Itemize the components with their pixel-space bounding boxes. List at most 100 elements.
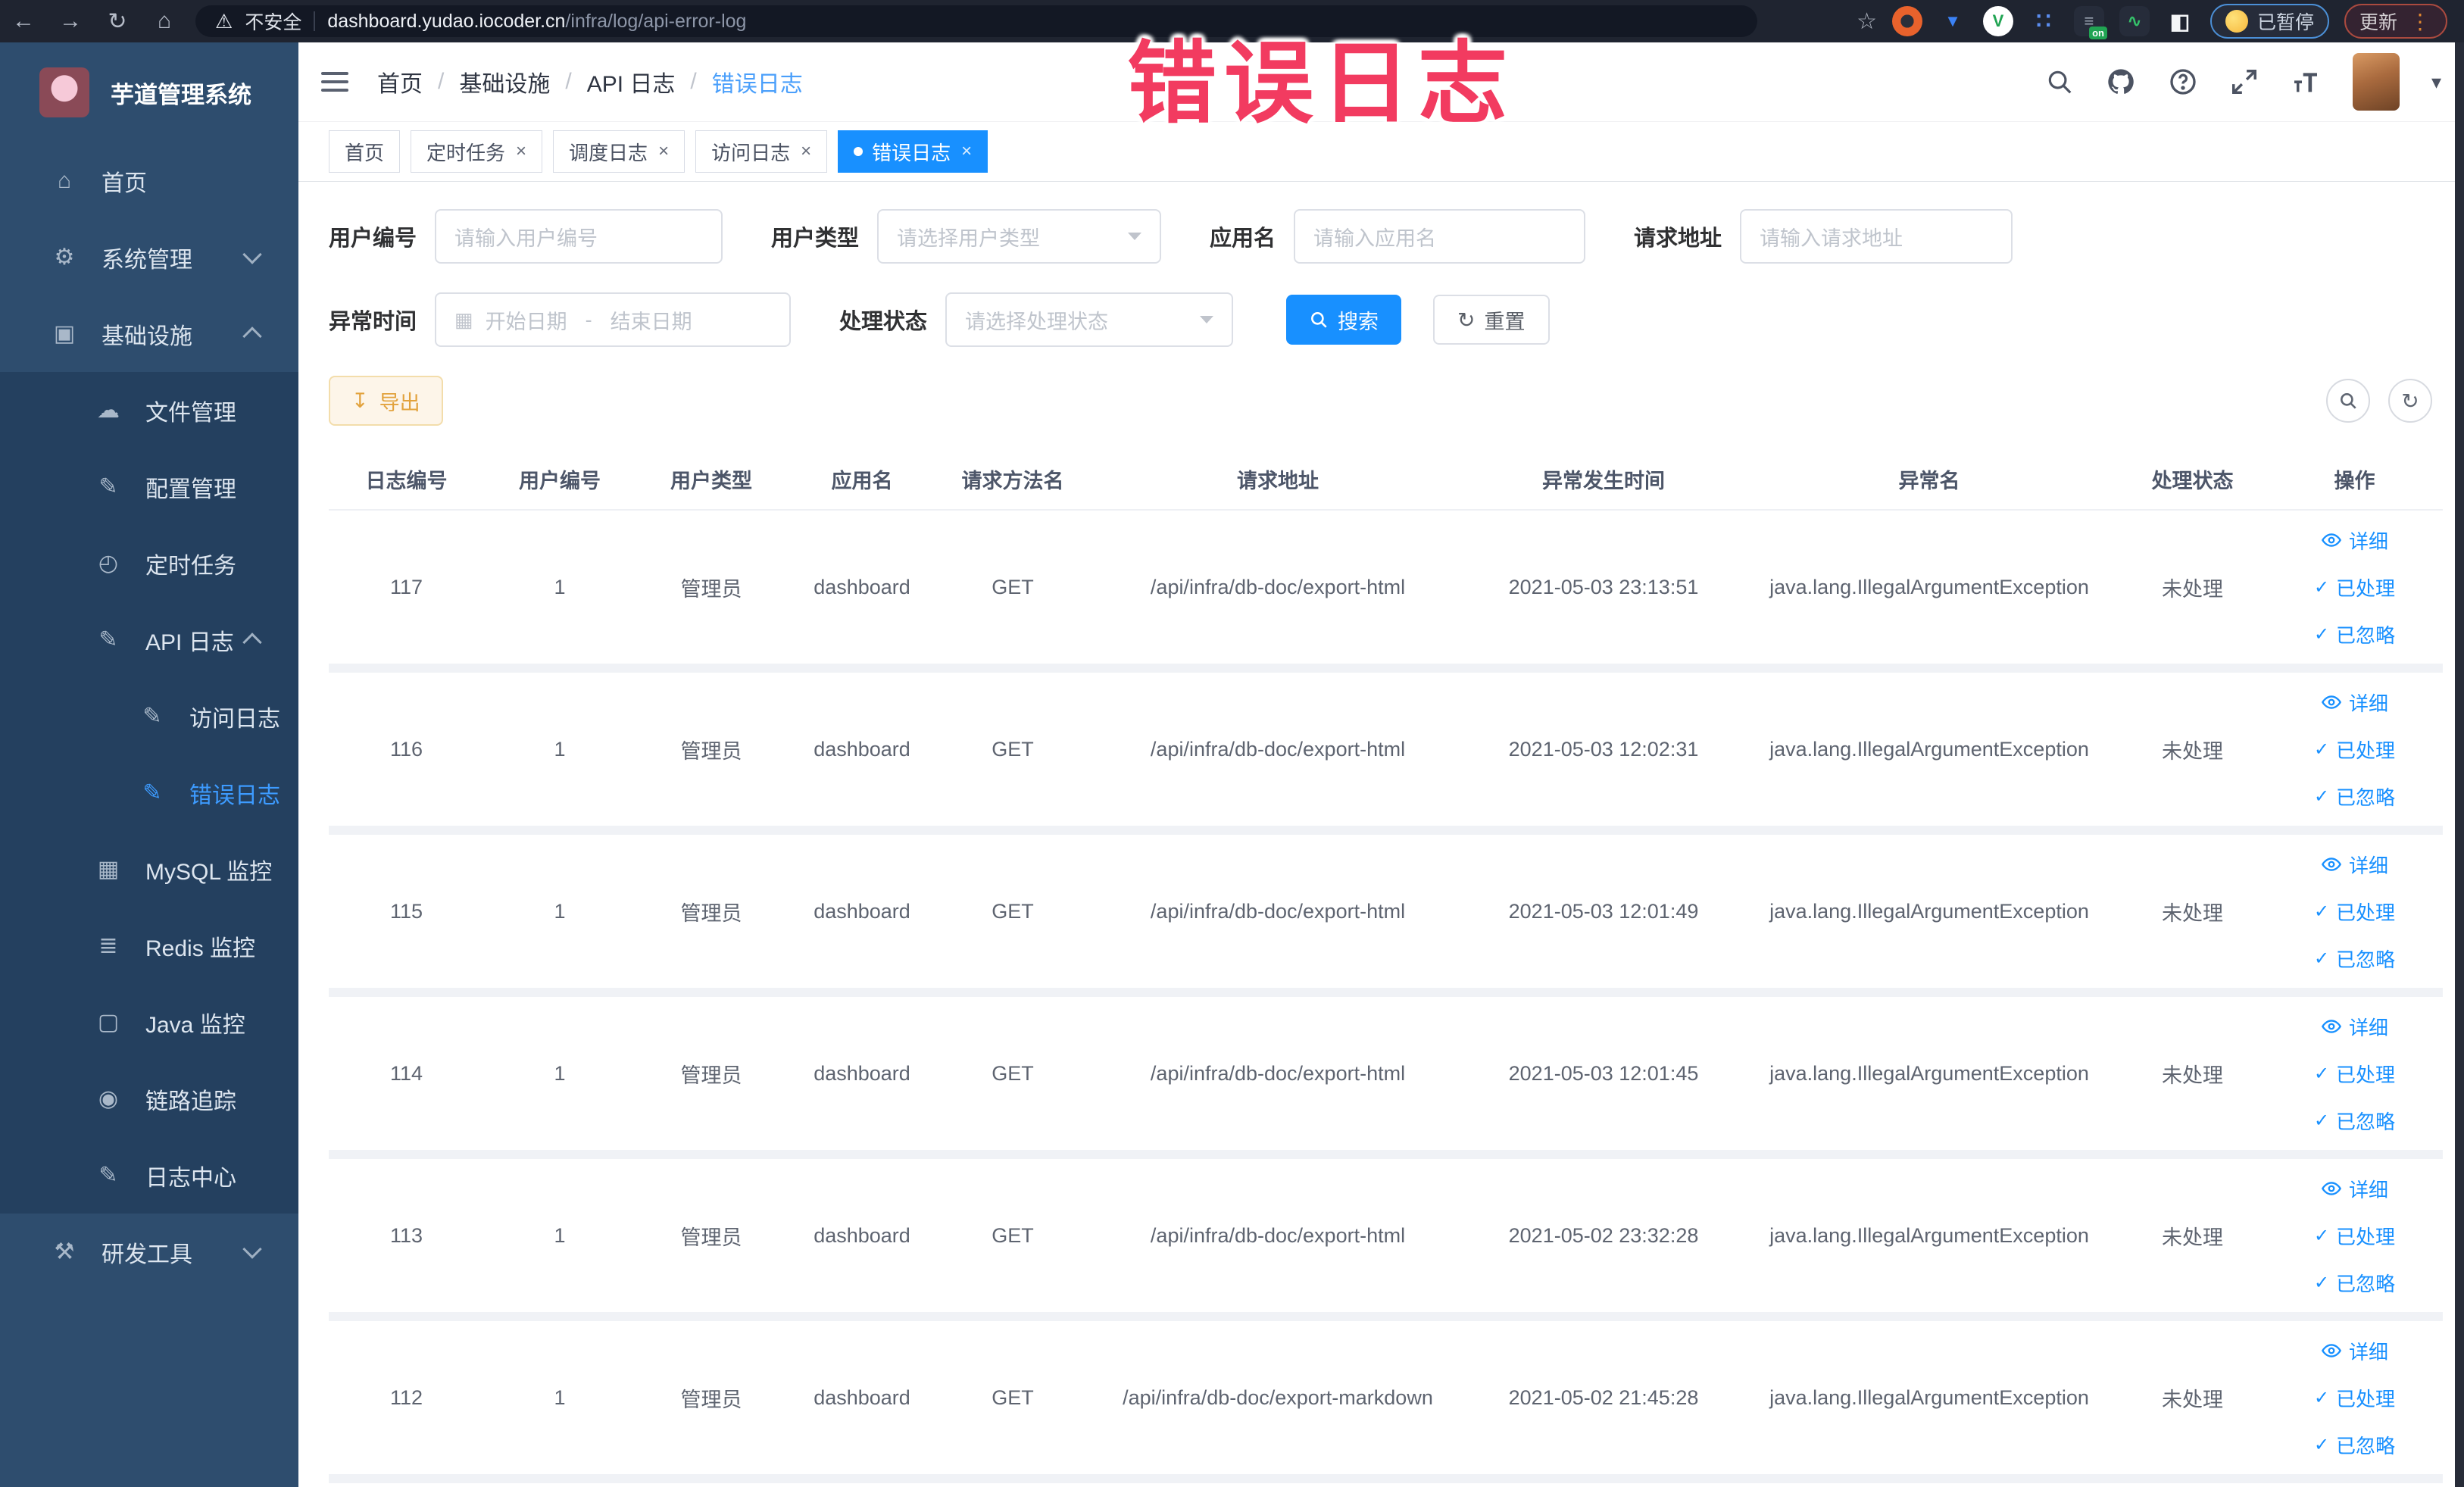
sidebar-item-首页[interactable]: ⌂ 首页	[0, 142, 298, 219]
extensions-puzzle-icon[interactable]: ◧	[2165, 6, 2195, 36]
action-label: 已处理	[2336, 1225, 2396, 1248]
cell-url: /api/infra/db-doc/export-html	[1150, 737, 1406, 761]
help-icon[interactable]	[2168, 67, 2198, 97]
close-icon[interactable]: ×	[658, 141, 669, 162]
refresh-table-button[interactable]: ↻	[2388, 379, 2432, 423]
table-row: 114 1 管理员 dashboard GET/api/infra/db-doc/exp…	[329, 997, 2443, 1150]
breadcrumb-item[interactable]: 首页	[377, 65, 423, 98]
action-detail[interactable]: 详细	[2321, 518, 2388, 562]
extension-on-badge-icon[interactable]: ≡ on	[2073, 6, 2107, 39]
action-detail[interactable]: 详细	[2321, 842, 2388, 886]
table-row: 113 1 管理员 dashboard GET/api/infra/db-doc/exp…	[329, 1159, 2443, 1312]
sidebar-item-基础设施[interactable]: ▣ 基础设施	[0, 295, 298, 372]
column-header-用户类型: 用户类型	[636, 448, 787, 511]
close-icon[interactable]: ×	[961, 141, 972, 162]
sidebar-item-访问日志[interactable]: ✎ 访问日志	[0, 678, 298, 754]
sidebar-item-定时任务[interactable]: ◴ 定时任务	[0, 525, 298, 601]
logo-row[interactable]: 芋道管理系统	[0, 42, 298, 142]
chevron-up-icon	[242, 632, 262, 652]
github-icon[interactable]	[2106, 67, 2136, 97]
close-icon[interactable]: ×	[801, 141, 811, 162]
not-secure-warning-icon: ⚠	[215, 9, 233, 33]
date-range-picker[interactable]: ▦ 开始日期 - 结束日期	[435, 292, 792, 347]
window-scrollbar[interactable]	[2455, 42, 2464, 1487]
extension-green-v-icon[interactable]: V	[1982, 6, 2013, 36]
sidebar-item-研发工具[interactable]: ⚒ 研发工具	[0, 1214, 298, 1290]
extension-grid-icon[interactable]: ∷	[2028, 6, 2059, 36]
breadcrumb-item[interactable]: 基础设施	[459, 65, 550, 98]
hamburger-icon[interactable]	[321, 72, 348, 92]
action-label: 已忽略	[2336, 623, 2396, 647]
sidebar-item-MySQL 监控[interactable]: ▦ MySQL 监控	[0, 831, 298, 908]
sidebar-item-API 日志[interactable]: ✎ API 日志	[0, 601, 298, 678]
extension-sprout-icon[interactable]: ∿	[2119, 6, 2150, 36]
log-icon: ✎	[142, 704, 162, 729]
user-id-input[interactable]: 请输入用户编号	[435, 209, 723, 264]
action-processed[interactable]: ✓ 已处理	[2314, 1214, 2395, 1257]
tab-首页[interactable]: 首页	[329, 130, 401, 173]
action-ignored[interactable]: ✓ 已忽略	[2314, 774, 2395, 818]
back-icon[interactable]: ←	[0, 8, 47, 34]
action-processed[interactable]: ✓ 已处理	[2314, 1051, 2395, 1095]
home-icon[interactable]: ⌂	[141, 8, 188, 34]
search-icon	[2341, 393, 2356, 409]
font-size-icon[interactable]	[2291, 67, 2321, 97]
action-detail[interactable]: 详细	[2321, 1329, 2388, 1373]
sidebar-item-配置管理[interactable]: ✎ 配置管理	[0, 448, 298, 525]
tab-访问日志[interactable]: 访问日志 ×	[695, 130, 828, 173]
request-url-input[interactable]: 请输入请求地址	[1740, 209, 2013, 264]
sidebar-item-Redis 监控[interactable]: ≣ Redis 监控	[0, 908, 298, 984]
calendar-icon: ▦	[454, 308, 473, 331]
user-avatar[interactable]	[2352, 53, 2400, 111]
reload-icon[interactable]: ↻	[94, 8, 141, 35]
action-ignored[interactable]: ✓ 已忽略	[2314, 1098, 2395, 1142]
paused-profile-chip[interactable]: 已暂停	[2209, 4, 2329, 39]
check-icon: ✓	[2313, 1434, 2330, 1455]
error-log-table: 日志编号 用户编号 用户类型 应用名 请求方法名 请求地址 异常发生时间 异常名 处理状态 操作 …	[329, 448, 2443, 1483]
action-ignored[interactable]: ✓ 已忽略	[2314, 1261, 2395, 1304]
close-icon[interactable]: ×	[516, 141, 526, 162]
tab-调度日志[interactable]: 调度日志 ×	[553, 130, 685, 173]
app-name-label: 应用名	[1210, 226, 1276, 251]
extension-orange-icon[interactable]	[1891, 6, 1922, 36]
sidebar-item-链路追踪[interactable]: ◉ 链路追踪	[0, 1061, 298, 1137]
row-separator	[329, 826, 2443, 835]
kebab-menu-icon[interactable]: ⋮	[2409, 9, 2432, 34]
action-label: 已忽略	[2336, 948, 2396, 971]
app-name-input[interactable]: 请输入应用名	[1294, 209, 1586, 264]
action-detail[interactable]: 详细	[2321, 1167, 2388, 1211]
breadcrumb-item[interactable]: API 日志	[587, 65, 676, 98]
bookmark-star-icon[interactable]: ☆	[1857, 8, 1877, 35]
sidebar-item-系统管理[interactable]: ⚙ 系统管理	[0, 219, 298, 295]
fullscreen-icon[interactable]	[2230, 67, 2259, 96]
action-ignored[interactable]: ✓ 已忽略	[2314, 936, 2395, 980]
forward-icon[interactable]: →	[47, 8, 94, 34]
action-detail[interactable]: 详细	[2321, 1004, 2388, 1048]
search-button[interactable]: 搜索	[1286, 295, 1402, 345]
address-bar[interactable]: ⚠ 不安全 dashboard.yudao.iocoder.cn/infra/l…	[195, 5, 1757, 37]
action-processed[interactable]: ✓ 已处理	[2314, 889, 2395, 933]
chevron-down-icon[interactable]: ▾	[2431, 70, 2441, 94]
tab-错误日志[interactable]: 错误日志 ×	[838, 130, 988, 173]
toggle-search-button[interactable]	[2326, 379, 2370, 423]
action-detail[interactable]: 详细	[2321, 680, 2388, 724]
eye-icon	[2321, 1178, 2342, 1199]
action-processed[interactable]: ✓ 已处理	[2314, 1376, 2395, 1420]
process-status-select[interactable]: 请选择处理状态	[945, 292, 1234, 347]
extension-blue-drop-icon[interactable]: ▼	[1938, 6, 1968, 36]
cell-app_name: dashboard	[814, 737, 910, 761]
action-processed[interactable]: ✓ 已处理	[2314, 565, 2395, 609]
update-button[interactable]: 更新 ⋮	[2344, 4, 2447, 39]
action-ignored[interactable]: ✓ 已忽略	[2314, 612, 2395, 656]
sidebar-item-错误日志[interactable]: ✎ 错误日志	[0, 754, 298, 831]
search-icon[interactable]	[2045, 67, 2074, 96]
sidebar-item-Java 监控[interactable]: ▢ Java 监控	[0, 984, 298, 1061]
tab-定时任务[interactable]: 定时任务 ×	[411, 130, 543, 173]
export-button[interactable]: ↧ 导出	[329, 376, 443, 426]
action-ignored[interactable]: ✓ 已忽略	[2314, 1423, 2395, 1467]
reset-button[interactable]: ↻ 重置	[1433, 295, 1550, 345]
sidebar-item-文件管理[interactable]: ☁ 文件管理	[0, 372, 298, 448]
action-processed[interactable]: ✓ 已处理	[2314, 727, 2395, 771]
user-type-select[interactable]: 请选择用户类型	[877, 209, 1162, 264]
sidebar-item-日志中心[interactable]: ✎ 日志中心	[0, 1137, 298, 1214]
